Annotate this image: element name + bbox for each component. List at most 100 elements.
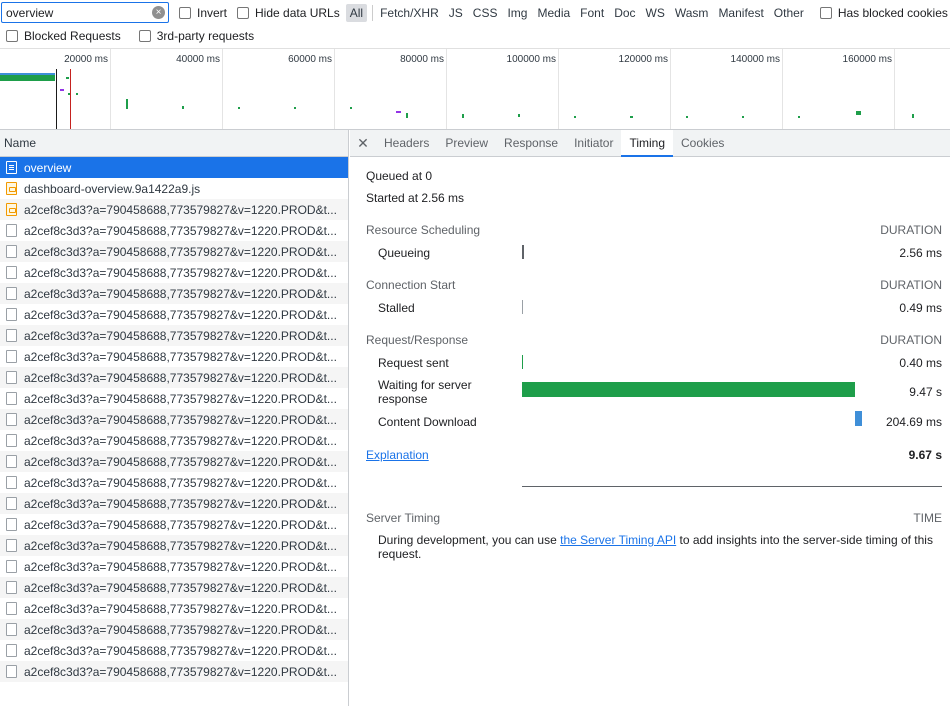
request-row[interactable]: overview [0, 157, 348, 178]
tab-timing[interactable]: Timing [621, 130, 674, 157]
hide-data-urls-checkbox[interactable]: Hide data URLs [237, 6, 340, 20]
request-row[interactable]: a2cef8c3d3?a=790458688,773579827&v=1220.… [0, 304, 348, 325]
request-row[interactable]: a2cef8c3d3?a=790458688,773579827&v=1220.… [0, 640, 348, 661]
blocked-requests-label: Blocked Requests [24, 29, 121, 43]
request-row[interactable]: a2cef8c3d3?a=790458688,773579827&v=1220.… [0, 619, 348, 640]
type-filter-other[interactable]: Other [770, 4, 808, 22]
type-filter-all[interactable]: All [345, 3, 368, 22]
overview-request-bar [396, 111, 401, 113]
type-filter-doc[interactable]: Doc [610, 4, 639, 22]
clear-filter-icon[interactable]: × [152, 6, 165, 19]
stalled-bar [522, 300, 523, 314]
overview-request-bar [60, 89, 64, 91]
time-header: TIME [913, 511, 942, 525]
request-row[interactable]: a2cef8c3d3?a=790458688,773579827&v=1220.… [0, 283, 348, 304]
explanation-link[interactable]: Explanation [366, 448, 429, 462]
type-filter-img[interactable]: Img [503, 4, 531, 22]
request-row[interactable]: a2cef8c3d3?a=790458688,773579827&v=1220.… [0, 430, 348, 451]
request-row[interactable]: a2cef8c3d3?a=790458688,773579827&v=1220.… [0, 661, 348, 682]
overview-request-bar [912, 114, 914, 118]
phase-value: 0.49 ms [899, 301, 942, 315]
request-name: a2cef8c3d3?a=790458688,773579827&v=1220.… [24, 454, 337, 469]
third-party-requests-checkbox[interactable]: 3rd-party requests [138, 29, 254, 43]
request-row[interactable]: a2cef8c3d3?a=790458688,773579827&v=1220.… [0, 220, 348, 241]
file-icon [6, 308, 17, 321]
file-icon [6, 476, 17, 489]
close-detail-icon[interactable]: ✕ [350, 130, 376, 156]
document-icon [6, 161, 17, 174]
type-filter-wasm[interactable]: Wasm [671, 4, 713, 22]
overview-load-marker [70, 69, 71, 129]
filter-input-box[interactable]: × [1, 2, 169, 23]
phase-label: Queueing [378, 246, 431, 260]
overview-request-bar [798, 116, 800, 118]
request-row[interactable]: a2cef8c3d3?a=790458688,773579827&v=1220.… [0, 262, 348, 283]
type-filter-fetch-xhr[interactable]: Fetch/XHR [376, 4, 443, 22]
checkbox-box[interactable] [6, 30, 18, 42]
type-filter-media[interactable]: Media [533, 4, 574, 22]
request-row[interactable]: a2cef8c3d3?a=790458688,773579827&v=1220.… [0, 367, 348, 388]
overview-request-bar [574, 116, 576, 118]
checkbox-box[interactable] [819, 6, 832, 19]
type-filter-js[interactable]: JS [445, 4, 467, 22]
server-timing-title: Server Timing [366, 511, 441, 525]
overview-request-bar [66, 77, 69, 79]
request-row[interactable]: a2cef8c3d3?a=790458688,773579827&v=1220.… [0, 577, 348, 598]
checkbox-box[interactable] [138, 30, 151, 42]
request-row[interactable]: a2cef8c3d3?a=790458688,773579827&v=1220.… [0, 388, 348, 409]
type-filter-ws[interactable]: WS [642, 4, 669, 22]
checkbox-box[interactable] [237, 6, 250, 19]
file-icon [6, 287, 17, 300]
invert-checkbox[interactable]: Invert [179, 6, 227, 20]
request-row[interactable]: a2cef8c3d3?a=790458688,773579827&v=1220.… [0, 241, 348, 262]
request-row[interactable]: a2cef8c3d3?a=790458688,773579827&v=1220.… [0, 493, 348, 514]
request-row[interactable]: a2cef8c3d3?a=790458688,773579827&v=1220.… [0, 325, 348, 346]
tab-headers[interactable]: Headers [376, 130, 437, 156]
request-row[interactable]: a2cef8c3d3?a=790458688,773579827&v=1220.… [0, 199, 348, 220]
file-icon [6, 644, 17, 657]
overview-request-bar [68, 93, 70, 95]
tab-cookies[interactable]: Cookies [673, 130, 732, 156]
overview-request-bars [0, 69, 914, 129]
request-name: a2cef8c3d3?a=790458688,773579827&v=1220.… [24, 580, 337, 595]
type-filter-font[interactable]: Font [576, 4, 608, 22]
request-row[interactable]: a2cef8c3d3?a=790458688,773579827&v=1220.… [0, 346, 348, 367]
type-filter-css[interactable]: CSS [469, 4, 502, 22]
request-name: a2cef8c3d3?a=790458688,773579827&v=1220.… [24, 517, 337, 532]
request-name: a2cef8c3d3?a=790458688,773579827&v=1220.… [24, 601, 337, 616]
request-row[interactable]: a2cef8c3d3?a=790458688,773579827&v=1220.… [0, 535, 348, 556]
content-download-bar [855, 411, 862, 426]
queueing-bar [522, 245, 524, 259]
server-timing-api-link[interactable]: the Server Timing API [560, 533, 676, 547]
type-filter-manifest[interactable]: Manifest [714, 4, 767, 22]
file-icon [6, 434, 17, 447]
file-icon [6, 371, 17, 384]
request-name: a2cef8c3d3?a=790458688,773579827&v=1220.… [24, 328, 337, 343]
checkbox-box[interactable] [179, 6, 191, 19]
request-row[interactable]: dashboard-overview.9a1422a9.js [0, 178, 348, 199]
tab-initiator[interactable]: Initiator [566, 130, 621, 156]
tab-response[interactable]: Response [496, 130, 566, 156]
request-row[interactable]: a2cef8c3d3?a=790458688,773579827&v=1220.… [0, 472, 348, 493]
file-icon [6, 581, 17, 594]
has-blocked-cookies-checkbox[interactable]: Has blocked cookies [819, 6, 948, 20]
tab-preview[interactable]: Preview [437, 130, 496, 156]
phase-label: Stalled [378, 301, 415, 315]
filter-input[interactable] [2, 3, 147, 22]
duration-header: DURATION [880, 278, 942, 292]
request-row[interactable]: a2cef8c3d3?a=790458688,773579827&v=1220.… [0, 598, 348, 619]
file-icon [6, 392, 17, 405]
request-row[interactable]: a2cef8c3d3?a=790458688,773579827&v=1220.… [0, 409, 348, 430]
phase-value: 0.40 ms [899, 356, 942, 370]
request-name: a2cef8c3d3?a=790458688,773579827&v=1220.… [24, 643, 337, 658]
request-row[interactable]: a2cef8c3d3?a=790458688,773579827&v=1220.… [0, 451, 348, 472]
name-column-header[interactable]: Name [0, 130, 348, 157]
filter-toolbar-secondary: Blocked Requests 3rd-party requests [0, 25, 950, 47]
request-row[interactable]: a2cef8c3d3?a=790458688,773579827&v=1220.… [0, 556, 348, 577]
request-name: a2cef8c3d3?a=790458688,773579827&v=1220.… [24, 622, 337, 637]
request-rows: overview dashboard-overview.9a1422a9.js a2… [0, 157, 348, 682]
request-row[interactable]: a2cef8c3d3?a=790458688,773579827&v=1220.… [0, 514, 348, 535]
queued-at-text: Queued at 0 [366, 169, 433, 183]
blocked-requests-checkbox[interactable]: Blocked Requests [6, 29, 121, 43]
network-overview-timeline[interactable]: 20000 ms 40000 ms 60000 ms 80000 ms 1000… [0, 48, 950, 130]
